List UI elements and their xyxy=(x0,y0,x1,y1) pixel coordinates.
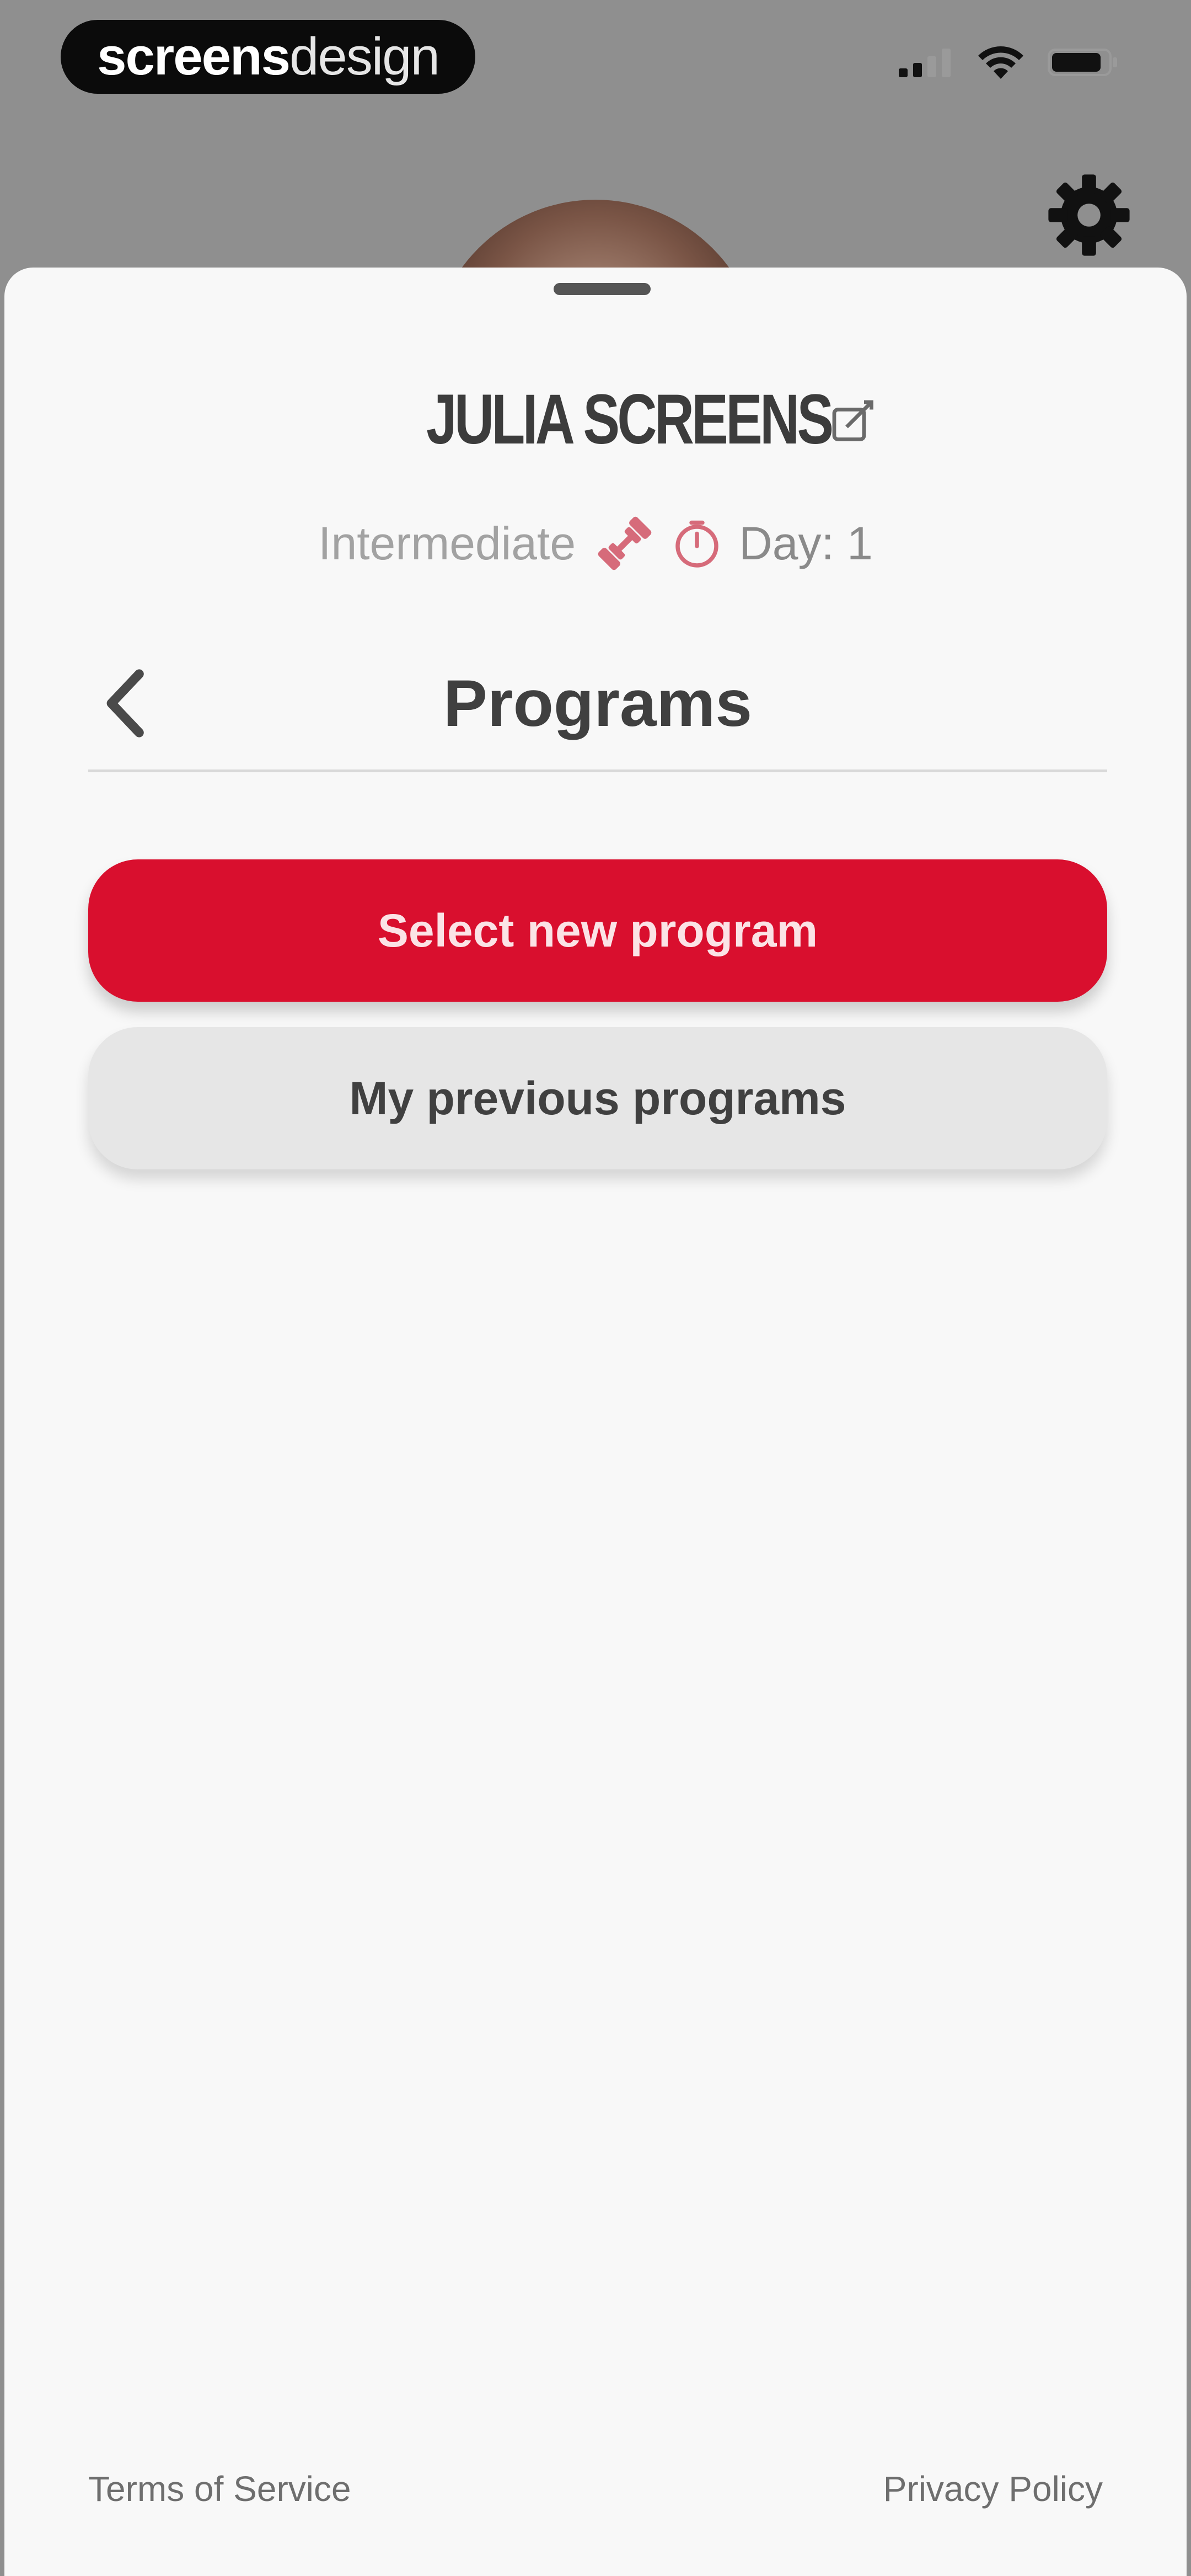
programs-header: Programs xyxy=(88,643,1107,764)
terms-of-service-link[interactable]: Terms of Service xyxy=(88,2468,351,2509)
dumbbell-icon xyxy=(598,516,652,570)
level-label: Intermediate xyxy=(318,517,576,569)
sheet-grabber[interactable] xyxy=(554,283,651,295)
wifi-icon xyxy=(978,46,1023,79)
page-title: Programs xyxy=(443,666,753,740)
gear-icon[interactable] xyxy=(1045,171,1133,259)
profile-screen: screensdesign JULIA SCREENS Intermediate… xyxy=(0,0,1191,2576)
edit-icon[interactable] xyxy=(829,397,879,447)
profile-sheet: JULIA SCREENS Intermediate Day: 1 Progra… xyxy=(4,268,1187,2576)
profile-name-row: JULIA SCREENS xyxy=(4,378,1187,461)
brand-logo: screensdesign xyxy=(61,20,475,94)
status-icons xyxy=(899,40,1119,84)
battery-icon xyxy=(1048,49,1117,76)
profile-meta: Intermediate Day: 1 xyxy=(4,505,1187,582)
brand-logo-light: design xyxy=(289,27,440,86)
day-label: Day: 1 xyxy=(739,517,873,569)
brand-logo-bold: screens xyxy=(97,27,291,86)
cellular-signal-icon xyxy=(899,49,951,77)
divider xyxy=(88,769,1107,772)
privacy-policy-link[interactable]: Privacy Policy xyxy=(883,2468,1103,2509)
profile-name: JULIA SCREENS xyxy=(426,380,834,459)
chevron-left-icon[interactable] xyxy=(94,665,160,742)
select-new-program-button[interactable]: Select new program xyxy=(88,859,1107,1002)
previous-programs-button[interactable]: My previous programs xyxy=(88,1027,1107,1169)
timer-icon xyxy=(675,520,718,568)
